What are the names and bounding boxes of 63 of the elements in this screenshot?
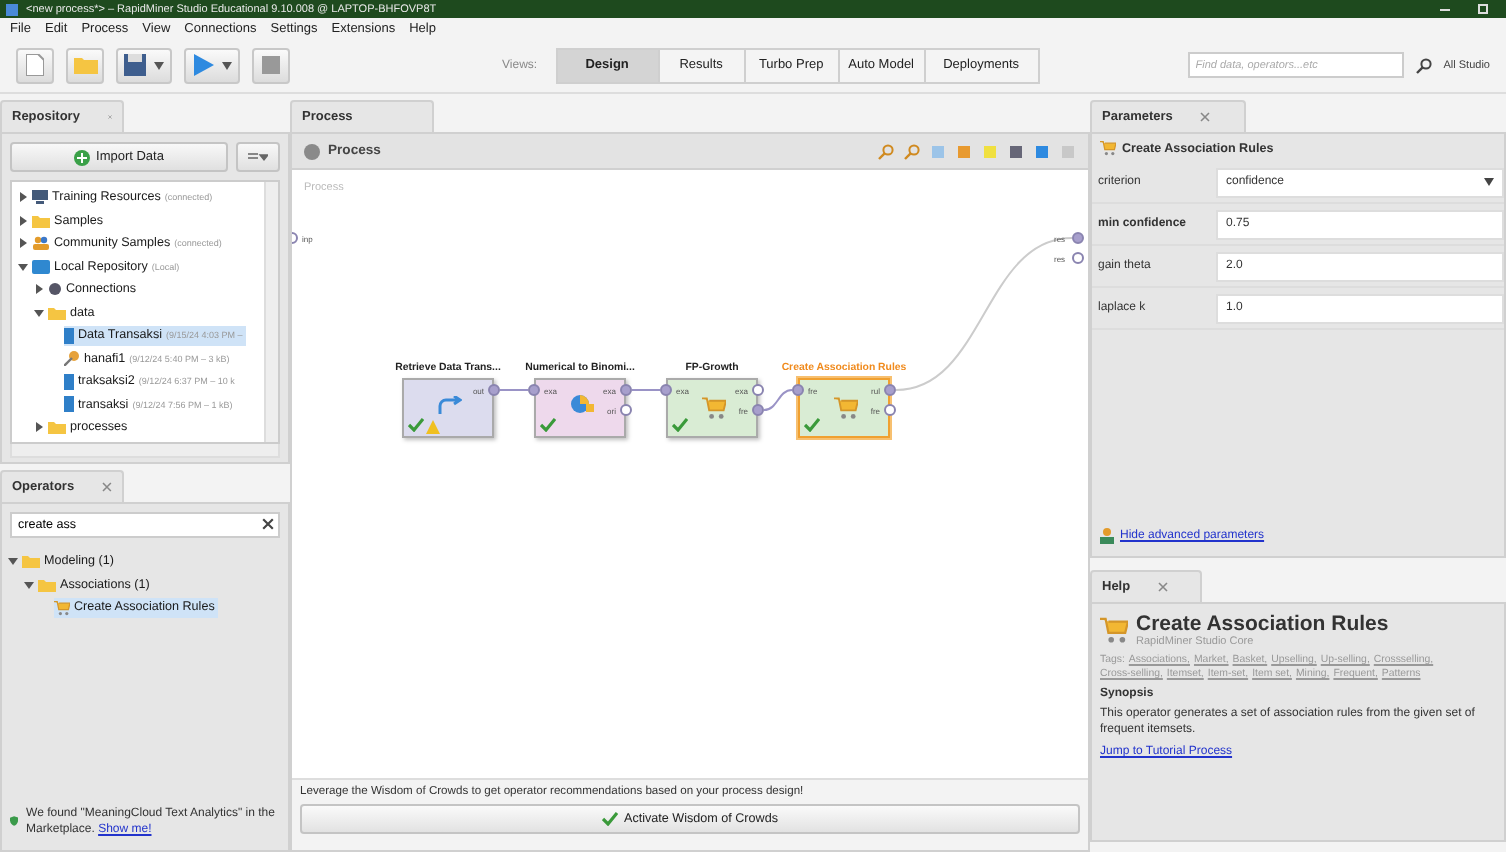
caret-icon[interactable] bbox=[34, 422, 44, 433]
caret-icon[interactable] bbox=[24, 579, 34, 590]
input-port[interactable] bbox=[792, 384, 804, 396]
caret-icon[interactable] bbox=[34, 307, 44, 318]
chart-icon bbox=[570, 394, 594, 414]
minimize-icon[interactable] bbox=[1440, 4, 1450, 14]
caret-icon bbox=[222, 61, 232, 69]
close-icon[interactable] bbox=[102, 482, 112, 492]
check-icon bbox=[602, 812, 618, 826]
person-icon bbox=[1100, 528, 1114, 544]
cart-icon bbox=[834, 396, 858, 420]
caret-icon bbox=[154, 61, 164, 69]
retrieve-icon bbox=[438, 396, 462, 416]
input-port[interactable] bbox=[660, 384, 672, 396]
close-icon[interactable] bbox=[1158, 582, 1169, 592]
scrollbar[interactable] bbox=[10, 444, 280, 458]
cart-icon bbox=[1100, 616, 1128, 644]
folder-icon bbox=[73, 56, 97, 74]
connection-line bbox=[631, 389, 661, 391]
play-icon bbox=[192, 54, 214, 76]
cart-icon bbox=[702, 396, 726, 420]
stop-icon bbox=[262, 56, 280, 74]
stop-button[interactable] bbox=[252, 47, 290, 83]
menu-icon bbox=[248, 152, 268, 162]
save-button[interactable] bbox=[116, 47, 172, 83]
input-port[interactable] bbox=[528, 384, 540, 396]
connection-line bbox=[763, 389, 793, 411]
zoom-in-icon[interactable] bbox=[878, 143, 894, 159]
caret-icon[interactable] bbox=[18, 261, 28, 272]
connection-line bbox=[499, 389, 529, 391]
close-icon bbox=[262, 518, 274, 530]
database-icon bbox=[32, 259, 50, 274]
new-process-button[interactable] bbox=[16, 47, 54, 83]
table-icon bbox=[64, 327, 74, 344]
folder-icon bbox=[32, 213, 50, 228]
cart-icon bbox=[54, 599, 70, 616]
maximize-icon[interactable] bbox=[1478, 4, 1488, 14]
folder-icon bbox=[48, 420, 66, 435]
plus-icon bbox=[74, 149, 91, 165]
save-icon bbox=[124, 54, 146, 76]
help-title: Create Association Rules bbox=[1136, 612, 1389, 636]
caret-icon[interactable] bbox=[18, 238, 28, 249]
search-icon[interactable] bbox=[1415, 57, 1432, 73]
folder-icon bbox=[48, 305, 66, 320]
zoom-out-icon[interactable] bbox=[904, 143, 920, 159]
scrollbar[interactable] bbox=[264, 182, 278, 442]
people-icon bbox=[32, 236, 50, 251]
clear-button[interactable] bbox=[262, 518, 274, 530]
caret-icon bbox=[1484, 178, 1494, 186]
close-icon[interactable] bbox=[1200, 112, 1211, 122]
model-icon bbox=[64, 350, 80, 367]
monitor-icon bbox=[32, 190, 48, 205]
caret-icon[interactable] bbox=[8, 556, 18, 567]
plug-icon bbox=[48, 282, 62, 297]
caret-icon[interactable] bbox=[18, 192, 28, 203]
shield-icon bbox=[10, 814, 19, 829]
menu-button[interactable] bbox=[236, 142, 280, 172]
process-icon bbox=[304, 143, 320, 159]
app-icon bbox=[6, 3, 18, 15]
run-button[interactable] bbox=[184, 47, 240, 83]
cart-icon bbox=[1100, 140, 1116, 156]
caret-icon[interactable] bbox=[34, 284, 44, 295]
caret-icon[interactable] bbox=[18, 215, 28, 226]
